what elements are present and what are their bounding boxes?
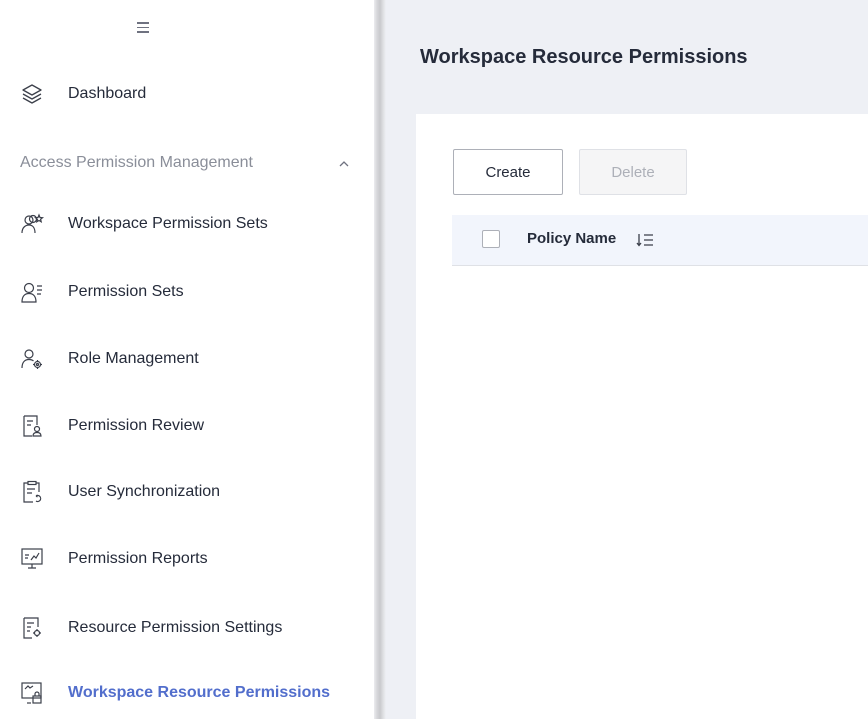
table-header: Policy Name: [452, 215, 868, 266]
chevron-up-icon[interactable]: [338, 157, 350, 169]
sidebar-item-label: Role Management: [68, 350, 199, 367]
sidebar-item-label: Workspace Permission Sets: [68, 215, 268, 232]
sidebar-item-label: Permission Review: [68, 417, 205, 434]
sidebar-item-workspace-permission-sets[interactable]: Workspace Permission Sets: [0, 201, 374, 247]
column-header-policy-name[interactable]: Policy Name: [527, 230, 616, 247]
document-settings-icon: [20, 616, 44, 640]
sidebar-group-access-permission-management[interactable]: Access Permission Management: [20, 148, 360, 178]
select-all-checkbox[interactable]: [482, 230, 500, 248]
sidebar: Dashboard Access Permission Management W…: [0, 0, 374, 719]
user-list-icon: [20, 280, 44, 304]
delete-button: Delete: [579, 149, 687, 195]
content-card: Create Delete Policy Name: [416, 114, 868, 719]
create-button[interactable]: Create: [453, 149, 563, 195]
hamburger-icon[interactable]: [137, 22, 149, 34]
sidebar-item-workspace-resource-permissions[interactable]: Workspace Resource Permissions: [0, 670, 374, 716]
main-content: Workspace Resource Permissions Create De…: [386, 0, 868, 719]
sidebar-resize-handle[interactable]: [374, 0, 386, 719]
layers-icon: [20, 82, 44, 106]
clipboard-sync-icon: [20, 480, 44, 504]
sidebar-item-label: Resource Permission Settings: [68, 619, 283, 636]
sidebar-item-dashboard[interactable]: Dashboard: [0, 71, 374, 117]
user-gear-icon: [20, 347, 44, 371]
sidebar-item-permission-reports[interactable]: Permission Reports: [0, 536, 374, 582]
sidebar-item-label: User Synchronization: [68, 483, 221, 500]
users-star-icon: [20, 212, 44, 236]
sidebar-item-user-synchronization[interactable]: User Synchronization: [0, 469, 374, 515]
sidebar-item-label: Workspace Resource Permissions: [68, 684, 331, 701]
sidebar-group-title: Access Permission Management: [20, 154, 253, 171]
monitor-chart-icon: [20, 547, 44, 571]
sidebar-item-label: Permission Reports: [68, 550, 208, 567]
document-user-icon: [20, 414, 44, 438]
page-title: Workspace Resource Permissions: [420, 46, 748, 68]
sort-icon[interactable]: [636, 231, 656, 249]
sidebar-item-permission-sets[interactable]: Permission Sets: [0, 269, 374, 315]
sidebar-item-label: Dashboard: [68, 85, 147, 102]
resource-lock-icon: [20, 681, 44, 705]
sidebar-item-resource-permission-settings[interactable]: Resource Permission Settings: [0, 605, 374, 651]
sidebar-item-permission-review[interactable]: Permission Review: [0, 403, 374, 449]
sidebar-item-role-management[interactable]: Role Management: [0, 336, 374, 382]
sidebar-item-label: Permission Sets: [68, 283, 184, 300]
